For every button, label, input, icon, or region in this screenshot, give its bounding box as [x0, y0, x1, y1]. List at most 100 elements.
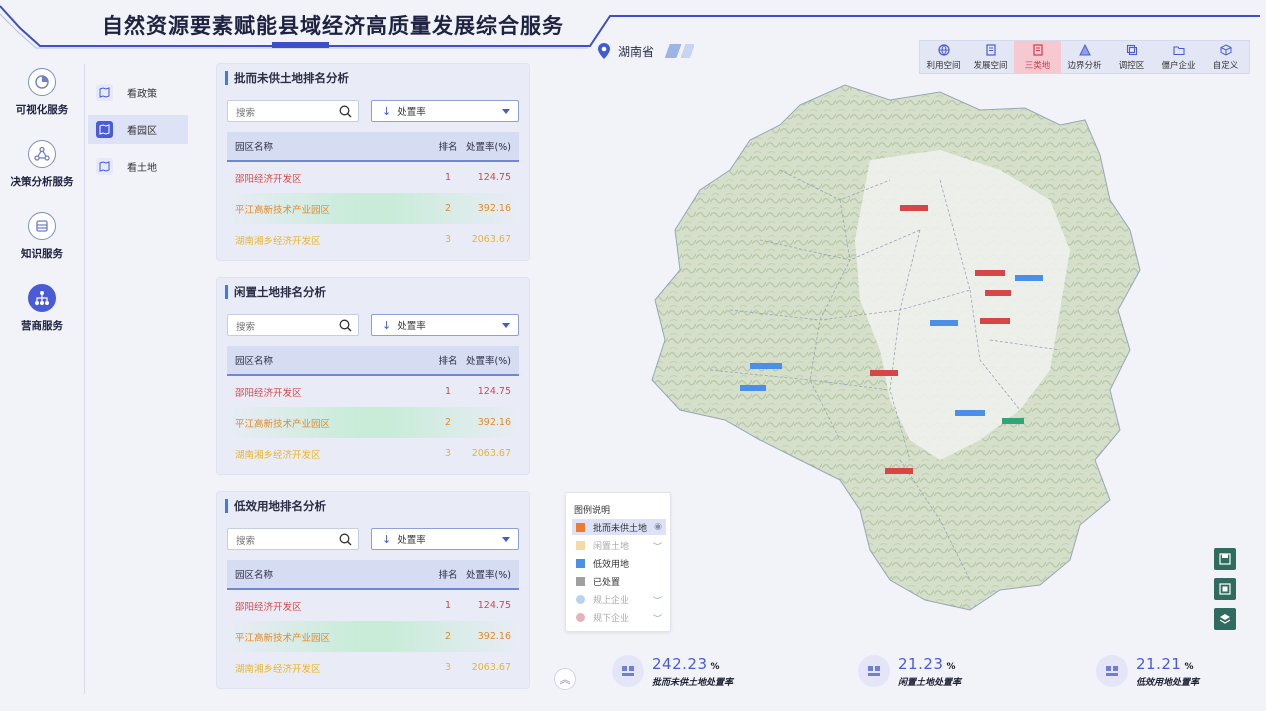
search-icon: [339, 319, 352, 332]
subnav-item-policy[interactable]: 看政策: [88, 78, 188, 107]
column-header[interactable]: 排名: [433, 567, 463, 581]
park-name: 邵阳经济开发区: [235, 601, 302, 613]
tool-three-land-types[interactable]: 三类地: [1014, 41, 1061, 73]
chevron-down-icon: [502, 323, 510, 328]
legend-swatch: [576, 594, 585, 604]
legend-item-idle[interactable]: 闲置土地 ︶: [572, 537, 666, 553]
eye-closed-icon[interactable]: ︶: [653, 540, 662, 553]
stat-idle-rate: 21.23% 闲置土地处置率: [858, 652, 961, 690]
subnav-item-land[interactable]: 看土地: [88, 152, 188, 181]
tool-zombie-enterprise[interactable]: 僵户企业: [1155, 41, 1202, 73]
eye-closed-icon[interactable]: ︶: [653, 594, 662, 607]
tool-utilization-space[interactable]: 利用空间: [920, 41, 967, 73]
nav-item-decision[interactable]: 决策分析服务: [0, 140, 84, 189]
column-header[interactable]: 处置率(%): [463, 353, 519, 367]
legend-item-unsupplied[interactable]: 批而未供土地 ◉: [572, 519, 666, 535]
subnav-item-park[interactable]: 看园区: [88, 115, 188, 144]
map-marker[interactable]: [975, 270, 1005, 276]
table-header: 园区名称 排名 处置率(%): [227, 560, 519, 590]
chevron-down-icon: [502, 109, 510, 114]
rate: 392.16: [477, 631, 511, 642]
chevron-up-icon: ︽: [559, 673, 571, 686]
province-map[interactable]: [640, 80, 1160, 620]
column-header[interactable]: 园区名称: [227, 139, 433, 153]
sort-select[interactable]: ↓ 处置率: [371, 528, 519, 550]
eye-icon[interactable]: ◉: [654, 522, 662, 532]
column-header[interactable]: 园区名称: [227, 353, 433, 367]
cube-icon: [1220, 43, 1231, 56]
search-input[interactable]: [228, 317, 328, 338]
table-row[interactable]: 邵阳经济开发区 1 124.75: [227, 162, 519, 193]
map-marker[interactable]: [985, 290, 1011, 296]
map-marker[interactable]: [900, 205, 928, 211]
table-row[interactable]: 湖南湘乡经济开发区 3 2063.67: [227, 224, 519, 255]
collapse-up-button[interactable]: ︽: [554, 668, 576, 690]
search-box[interactable]: [227, 528, 359, 552]
column-header[interactable]: 处置率(%): [463, 139, 519, 153]
tool-development-space[interactable]: 发展空间: [967, 41, 1014, 73]
search-box[interactable]: [227, 100, 359, 124]
legend-title: 图例说明: [574, 506, 611, 516]
rate: 124.75: [477, 600, 511, 611]
tool-control-zone[interactable]: 调控区: [1108, 41, 1155, 73]
region-selector[interactable]: 湖南省: [598, 42, 695, 60]
stat-label: 批而未供土地处置率: [652, 678, 734, 688]
search-input[interactable]: [228, 103, 328, 124]
table-row[interactable]: 平江高新技术产业园区 2 392.16: [227, 193, 519, 224]
table-row[interactable]: 平江高新技术产业园区 2 392.16: [227, 621, 519, 652]
sort-label: 处置率: [397, 321, 426, 332]
sort-select[interactable]: ↓ 处置率: [371, 314, 519, 336]
ranking-table: 园区名称 排名 处置率(%) 邵阳经济开发区 1 124.75 平江高新技术产业…: [227, 346, 519, 469]
eye-closed-icon[interactable]: ︶: [653, 612, 662, 625]
legend-item-inefficient[interactable]: 低效用地: [572, 555, 666, 571]
map-marker[interactable]: [885, 468, 913, 474]
nav-label: 知识服务: [21, 248, 63, 260]
rank: 3: [444, 234, 452, 245]
layers-button[interactable]: [1214, 608, 1236, 630]
document-icon: [985, 43, 996, 56]
map-marker[interactable]: [980, 318, 1010, 324]
search-input[interactable]: [228, 531, 328, 552]
stat-unit: %: [946, 662, 956, 672]
sort-select[interactable]: ↓ 处置率: [371, 100, 519, 122]
fullscreen-button[interactable]: [1214, 578, 1236, 600]
column-header[interactable]: 排名: [433, 139, 463, 153]
tool-boundary-analysis[interactable]: 边界分析: [1061, 41, 1108, 73]
legend-swatch: [576, 612, 585, 622]
nav-divider: [84, 64, 85, 694]
save-map-button[interactable]: [1214, 548, 1236, 570]
panel-idle-land: 闲置土地排名分析 ↓ 处置率 园区名称 排名 处置率(%) 邵阳经济开发区 1 …: [217, 278, 529, 474]
search-box[interactable]: [227, 314, 359, 338]
stat-value: 242.23: [652, 655, 708, 673]
legend-item-above-scale[interactable]: 规上企业 ︶: [572, 591, 666, 607]
column-header[interactable]: 处置率(%): [463, 567, 519, 581]
sort-arrow-icon: ↓: [382, 532, 392, 546]
ranking-table: 园区名称 排名 处置率(%) 邵阳经济开发区 1 124.75 平江高新技术产业…: [227, 560, 519, 683]
map-marker[interactable]: [930, 320, 958, 326]
tool-label: 调控区: [1118, 60, 1145, 71]
nav-item-visualization[interactable]: 可视化服务: [0, 68, 84, 117]
left-nav: 可视化服务 决策分析服务 知识服务 营商服务: [0, 60, 84, 700]
map-marker[interactable]: [955, 410, 985, 416]
table-row[interactable]: 湖南湘乡经济开发区 3 2063.67: [227, 652, 519, 683]
map-marker[interactable]: [750, 363, 782, 369]
table-row[interactable]: 湖南湘乡经济开发区 3 2063.67: [227, 438, 519, 469]
map-marker[interactable]: [1002, 418, 1024, 424]
legend-item-disposed[interactable]: 已处置: [572, 573, 666, 589]
table-row[interactable]: 平江高新技术产业园区 2 392.16: [227, 407, 519, 438]
column-header[interactable]: 园区名称: [227, 567, 433, 581]
map-toolbar: 利用空间 发展空间 三类地 边界分析 调控区 僵户企业 自定义: [919, 40, 1250, 74]
nav-item-knowledge[interactable]: 知识服务: [0, 212, 84, 261]
column-header[interactable]: 排名: [433, 353, 463, 367]
nav-item-business[interactable]: 营商服务: [0, 284, 84, 333]
table-row[interactable]: 邵阳经济开发区 1 124.75: [227, 376, 519, 407]
ranking-table: 园区名称 排名 处置率(%) 邵阳经济开发区 1 124.75 平江高新技术产业…: [227, 132, 519, 255]
table-row[interactable]: 邵阳经济开发区 1 124.75: [227, 590, 519, 621]
map-marker[interactable]: [870, 370, 898, 376]
globe-icon: [937, 43, 950, 56]
map-marker[interactable]: [1015, 275, 1043, 281]
stat-badge-icon: [858, 655, 890, 687]
tool-custom[interactable]: 自定义: [1202, 41, 1249, 73]
map-marker[interactable]: [740, 385, 766, 391]
legend-item-below-scale[interactable]: 规下企业 ︶: [572, 609, 666, 625]
